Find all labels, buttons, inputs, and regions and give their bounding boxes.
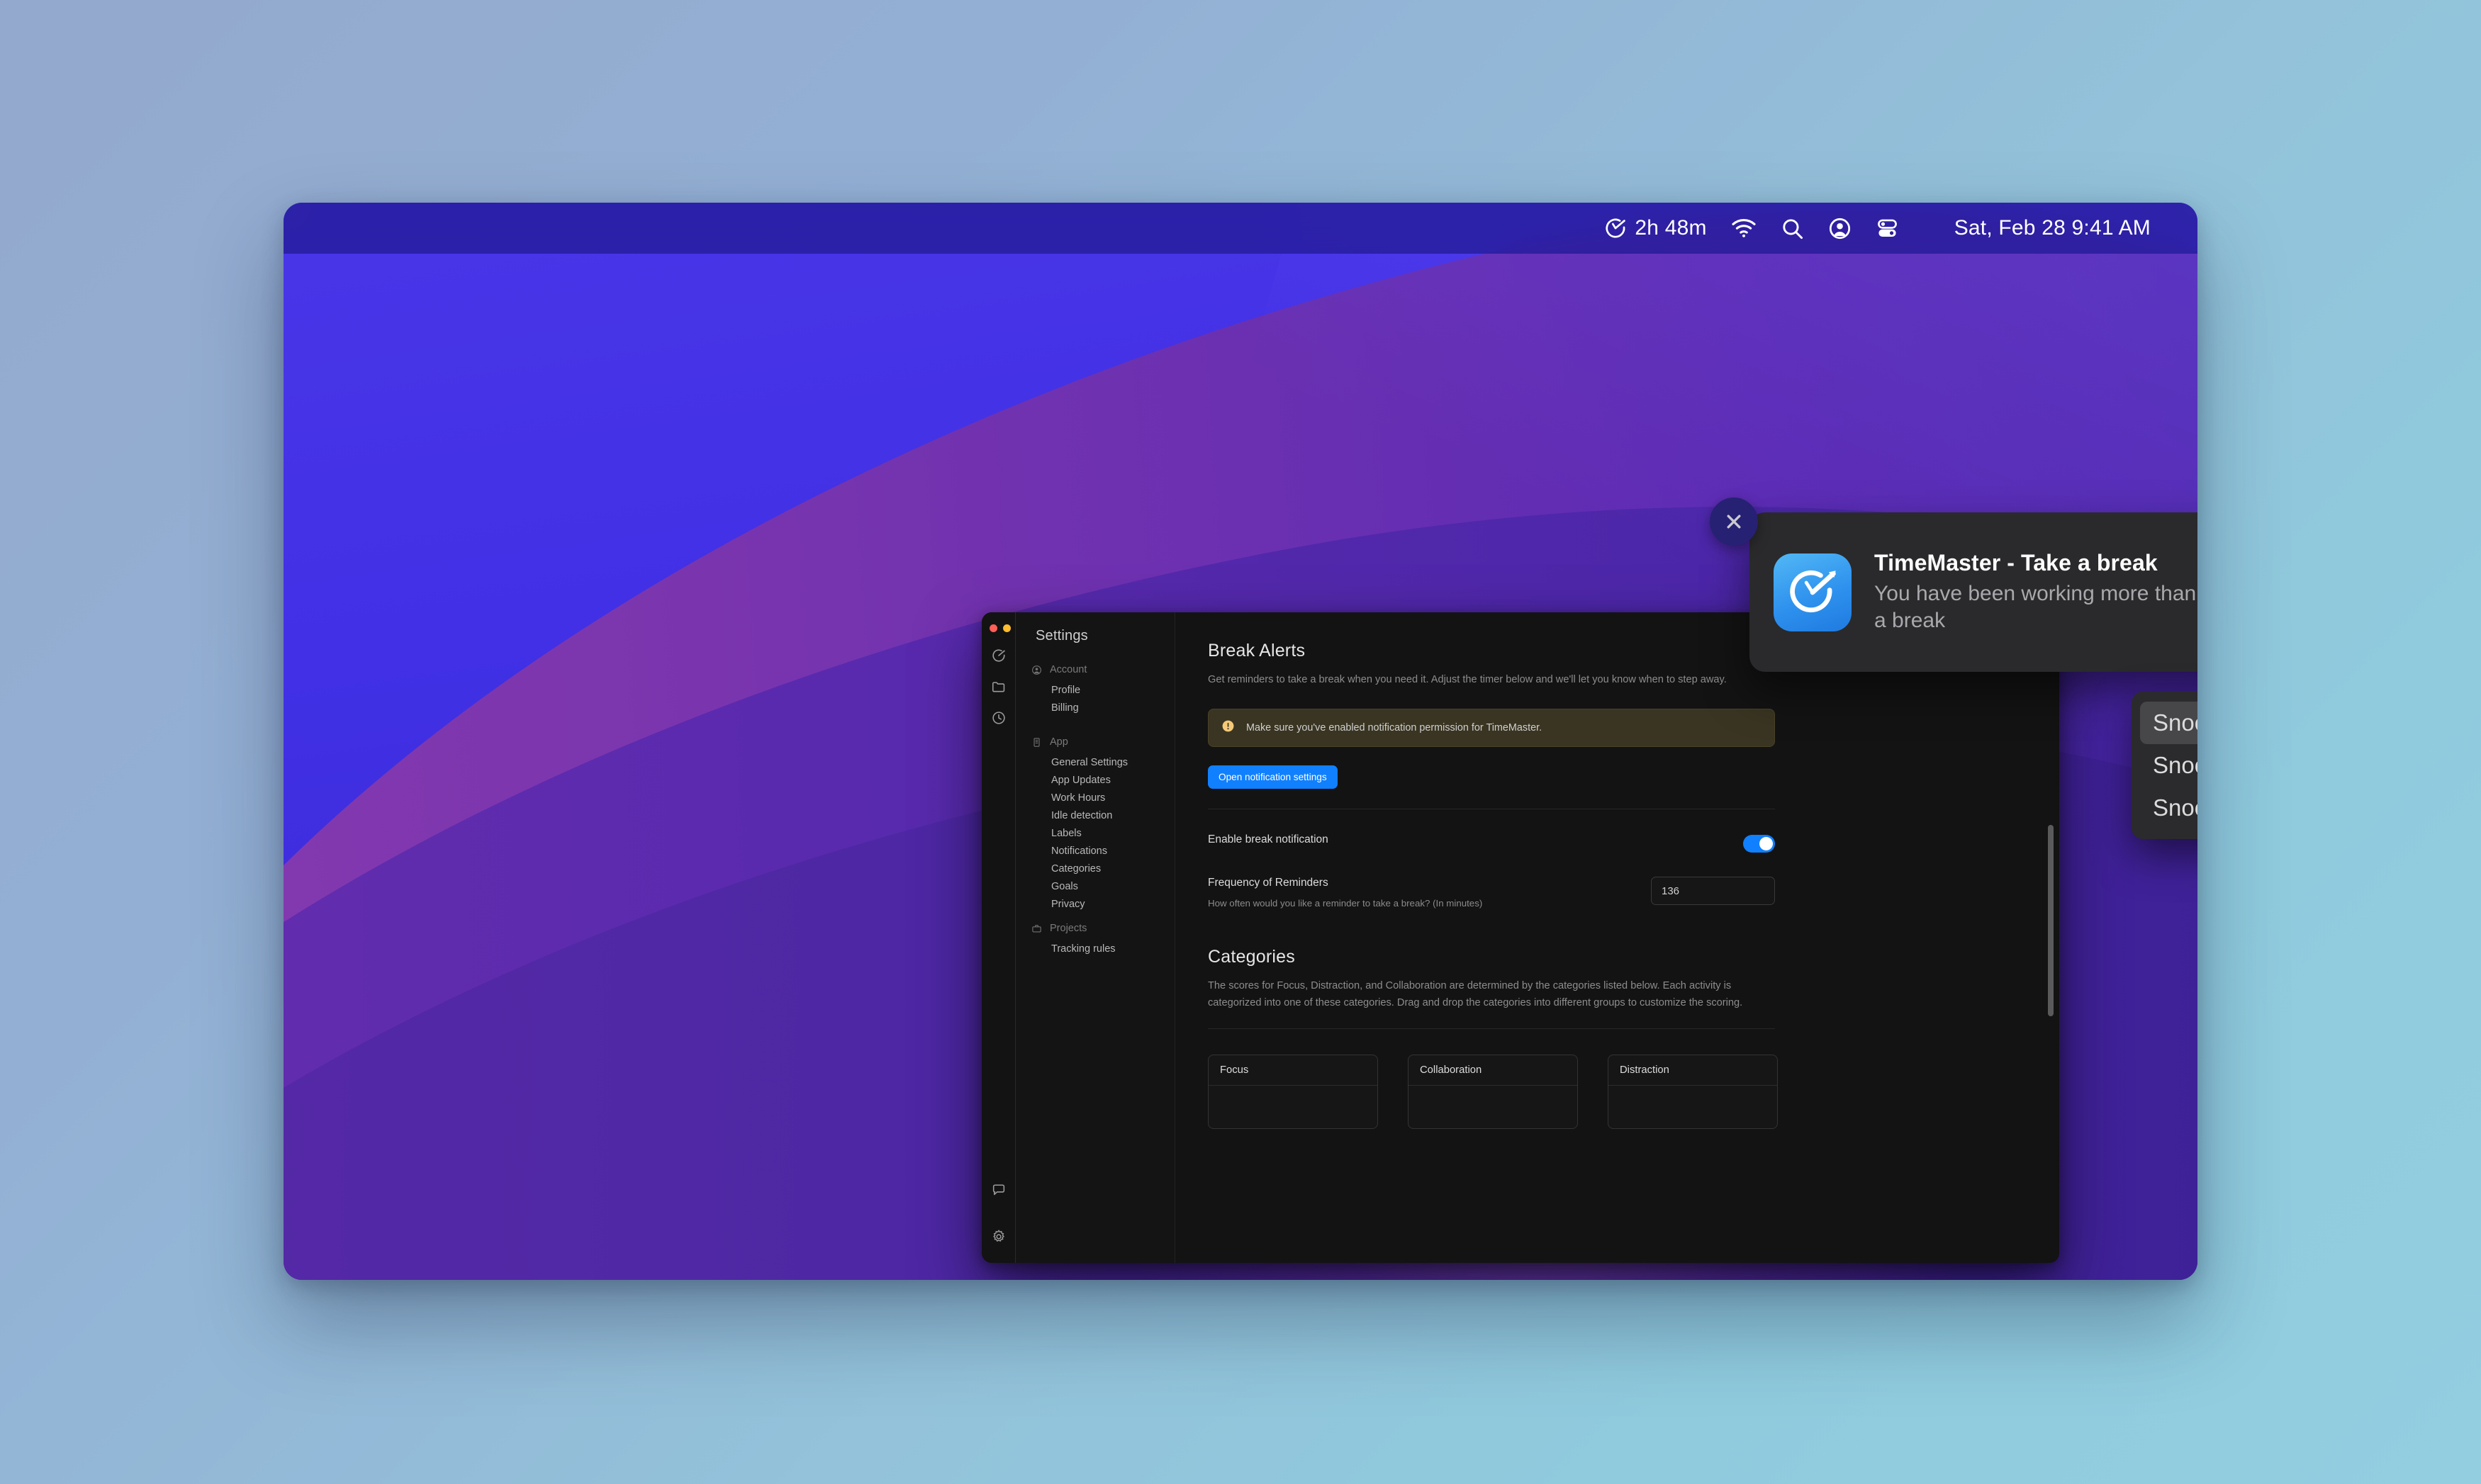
- desktop-screen: 2h 48m Sat, Feb 28 9:41 AM Settings Acco…: [284, 203, 2197, 1280]
- settings-content: Break Alerts Get reminders to take a bre…: [1175, 612, 2059, 1263]
- break-notification-banner[interactable]: TimeMaster - Take a break You have been …: [1749, 512, 2197, 672]
- snooze-menu-item-30-mins[interactable]: Snooze for 30 mins: [2140, 787, 2197, 829]
- control-center-icon[interactable]: [1876, 217, 1899, 240]
- notification-title: TimeMaster - Take a break: [1874, 549, 2158, 575]
- category-column-collaboration[interactable]: Collaboration: [1408, 1055, 1578, 1130]
- sidebar-item-privacy[interactable]: Privacy: [1016, 895, 1175, 913]
- menubar-timer[interactable]: 2h 48m: [1603, 216, 1706, 240]
- break-alerts-description: Get reminders to take a break when you n…: [1208, 674, 1727, 685]
- categories-divider: [1208, 1028, 1775, 1030]
- menu-bar: 2h 48m Sat, Feb 28 9:41 AM: [284, 203, 2197, 254]
- category-column-header: Focus: [1209, 1055, 1377, 1086]
- category-column-header: Collaboration: [1408, 1055, 1577, 1086]
- menubar-clock: Sat, Feb 28 9:41 AM: [1954, 216, 2151, 240]
- sidebar-item-goals[interactable]: Goals: [1016, 877, 1175, 895]
- category-column-focus[interactable]: Focus: [1208, 1055, 1378, 1130]
- gear-icon[interactable]: [991, 1229, 1007, 1244]
- sidebar-item-labels[interactable]: Labels: [1016, 824, 1175, 842]
- warning-text: Make sure you've enabled notification pe…: [1246, 722, 1542, 734]
- user-circle-icon: [1031, 665, 1042, 675]
- user-account-icon[interactable]: [1828, 217, 1852, 240]
- menubar-timer-text: 2h 48m: [1635, 216, 1707, 240]
- snooze-menu-item-snooze[interactable]: Snooze: [2140, 702, 2197, 744]
- sidebar-item-notifications[interactable]: Notifications: [1016, 842, 1175, 860]
- nav-group-app: App General Settings App Updates Work Ho…: [1016, 736, 1175, 913]
- nav-group-label: Account: [1050, 664, 1087, 675]
- sidebar-item-categories[interactable]: Categories: [1016, 860, 1175, 877]
- frequency-input[interactable]: [1651, 877, 1775, 906]
- warning-circle-icon: [1221, 719, 1235, 736]
- enable-break-notification-toggle[interactable]: [1743, 835, 1775, 853]
- search-icon[interactable]: [1781, 217, 1804, 240]
- nav-group-account: Account Profile Billing: [1016, 664, 1175, 716]
- sidebar-item-tracking-rules[interactable]: Tracking rules: [1016, 940, 1175, 957]
- nav-group-header-account: Account: [1016, 664, 1175, 675]
- enable-break-notification-label: Enable break notification: [1208, 833, 1328, 846]
- categories-description: The scores for Focus, Distraction, and C…: [1208, 980, 1743, 1009]
- category-columns: Focus Collaboration Distraction: [1208, 1055, 2027, 1130]
- nav-group-label: App: [1050, 736, 1068, 748]
- settings-main-panel: Break Alerts Get reminders to take a bre…: [1175, 612, 2059, 1263]
- close-icon[interactable]: [1710, 498, 1758, 546]
- notification-body: You have been working more than 45 minut…: [1874, 581, 2197, 632]
- sidebar-item-profile[interactable]: Profile: [1016, 681, 1175, 699]
- category-column-distraction[interactable]: Distraction: [1608, 1055, 1778, 1130]
- open-notification-settings-button[interactable]: Open notification settings: [1208, 765, 1338, 789]
- timemaster-app-icon: [1774, 553, 1852, 631]
- nav-group-label: Projects: [1050, 923, 1087, 934]
- app-window-icon: [1031, 737, 1042, 748]
- nav-group-header-app: App: [1016, 736, 1175, 748]
- settings-sidebar: Settings Account Profile Billing App Gen…: [1016, 612, 1175, 1263]
- window-close-button[interactable]: [990, 624, 997, 632]
- nav-group-header-projects: Projects: [1016, 923, 1175, 934]
- sidebar-item-idle-detection[interactable]: Idle detection: [1016, 806, 1175, 824]
- frequency-label: Frequency of Reminders: [1208, 877, 1328, 889]
- enable-break-notification-row: Enable break notification: [1208, 833, 1775, 853]
- frequency-of-reminders-row: Frequency of Reminders How often would y…: [1208, 877, 1775, 909]
- settings-scrollbar[interactable]: [2048, 825, 2054, 1016]
- app-icon-rail: [982, 612, 1024, 1263]
- chat-bubble-icon[interactable]: [991, 1182, 1007, 1198]
- folder-icon[interactable]: [991, 679, 1007, 695]
- wifi-icon[interactable]: [1731, 218, 1757, 238]
- category-drop-area[interactable]: [1608, 1086, 1777, 1128]
- snooze-menu-item-20-mins[interactable]: Snooze for 20 mins: [2140, 744, 2197, 787]
- timemaster-logo-icon[interactable]: [991, 648, 1007, 663]
- sidebar-item-general-settings[interactable]: General Settings: [1016, 753, 1175, 771]
- timemaster-logo-icon: [1603, 216, 1628, 240]
- toggle-knob: [1759, 837, 1773, 851]
- notification-permission-warning: Make sure you've enabled notification pe…: [1208, 709, 1775, 748]
- settings-window: Settings Account Profile Billing App Gen…: [982, 612, 2059, 1263]
- window-minimize-button[interactable]: [1003, 624, 1011, 632]
- category-column-header: Distraction: [1608, 1055, 1777, 1086]
- frequency-sublabel: How often would you like a reminder to t…: [1208, 898, 1483, 909]
- notification-text-block: TimeMaster - Take a break You have been …: [1874, 550, 2197, 635]
- category-drop-area[interactable]: [1408, 1086, 1577, 1128]
- category-drop-area[interactable]: [1209, 1086, 1377, 1128]
- clock-icon[interactable]: [991, 710, 1007, 726]
- sidebar-item-app-updates[interactable]: App Updates: [1016, 771, 1175, 789]
- snooze-context-menu: Snooze Snooze for 20 mins Snooze for 30 …: [2132, 692, 2197, 839]
- page-title: Settings: [1036, 628, 1088, 643]
- sidebar-item-work-hours[interactable]: Work Hours: [1016, 789, 1175, 806]
- briefcase-icon: [1031, 923, 1042, 934]
- nav-group-projects: Projects Tracking rules: [1016, 923, 1175, 957]
- sidebar-item-billing[interactable]: Billing: [1016, 699, 1175, 716]
- categories-title: Categories: [1208, 947, 1295, 967]
